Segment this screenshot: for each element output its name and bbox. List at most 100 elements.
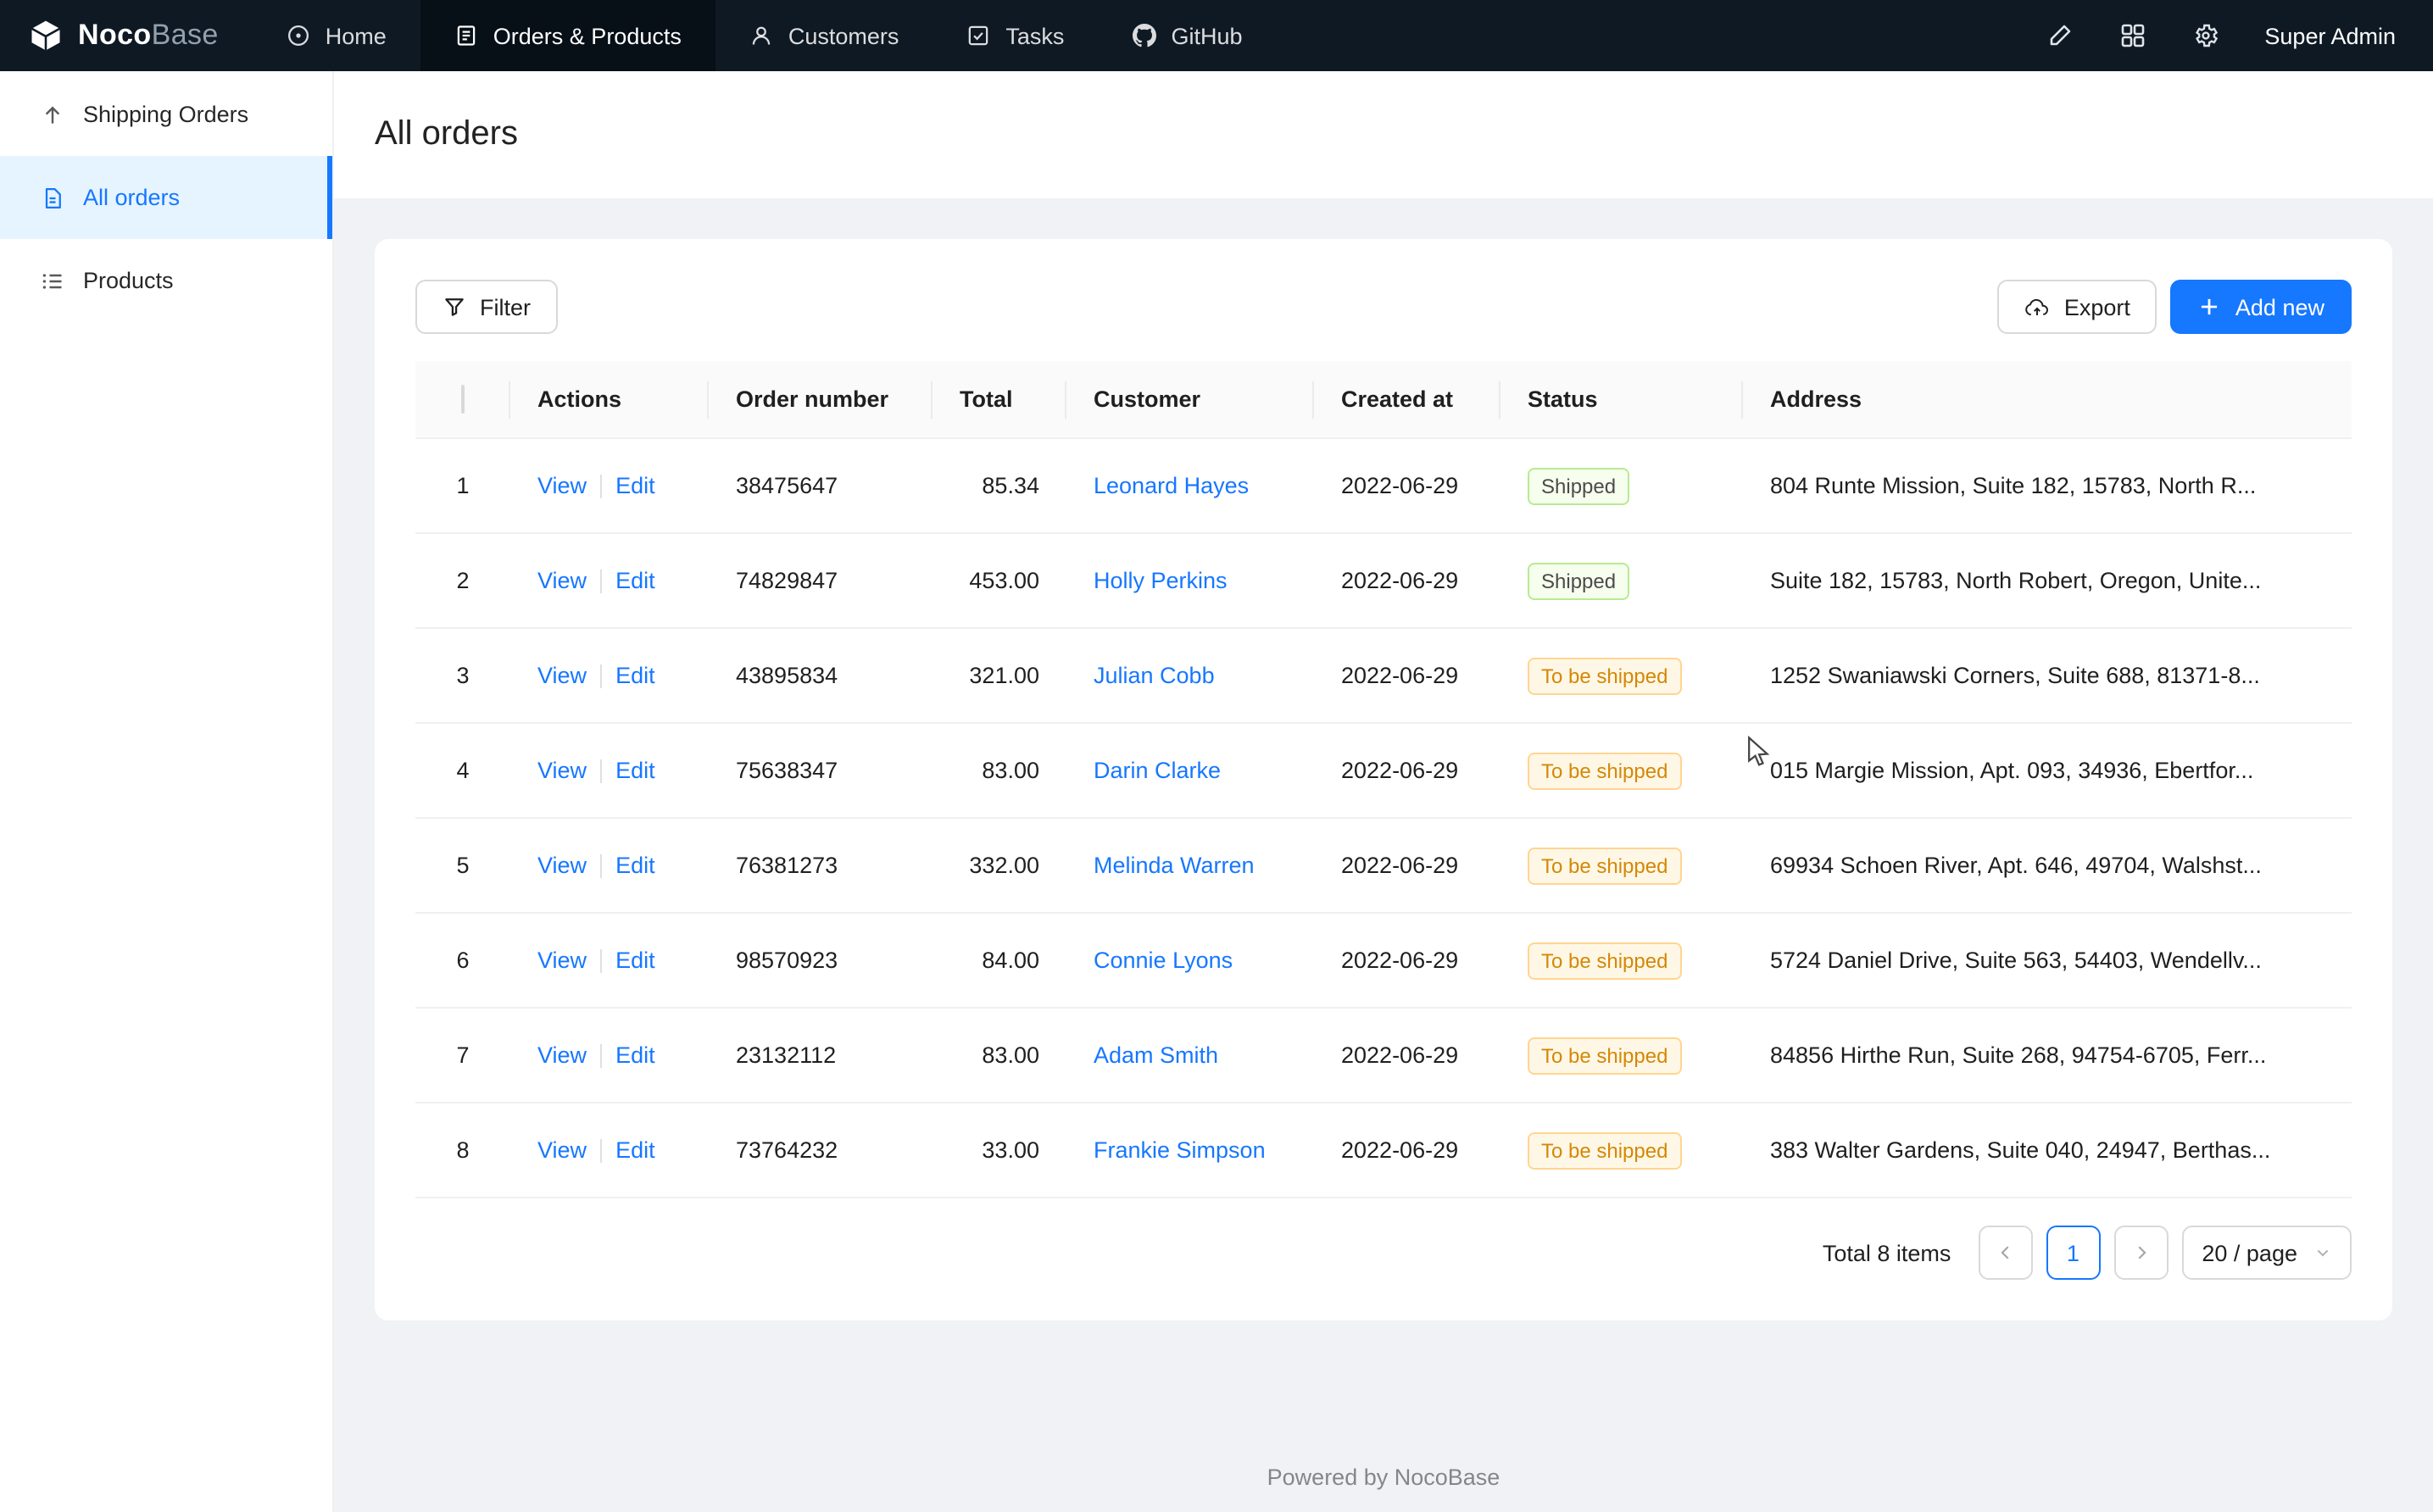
brand-logo[interactable]: NocoBase xyxy=(0,0,253,71)
sidebar-item-label: All orders xyxy=(83,185,180,210)
created-at-cell: 2022-06-29 xyxy=(1314,819,1500,914)
main-area: All orders Filter xyxy=(334,71,2433,1512)
add-new-button[interactable]: Add new xyxy=(2171,280,2352,334)
col-header-actions: Actions xyxy=(510,361,709,439)
total-cell: 85.34 xyxy=(933,439,1066,534)
nav-item-customers[interactable]: Customers xyxy=(715,0,933,71)
orders-card: Filter Export xyxy=(375,239,2392,1320)
total-cell: 83.00 xyxy=(933,724,1066,819)
next-page-button[interactable] xyxy=(2113,1226,2168,1280)
row-index: 5 xyxy=(415,819,510,914)
total-cell: 84.00 xyxy=(933,914,1066,1009)
nav-item-github[interactable]: GitHub xyxy=(1098,0,1276,71)
circle-icon xyxy=(287,24,310,47)
customer-cell: Leonard Hayes xyxy=(1066,439,1314,534)
table-row: 5ViewEdit76381273332.00Melinda Warren202… xyxy=(415,819,2352,914)
customer-link[interactable]: Leonard Hayes xyxy=(1094,473,1249,498)
customer-link[interactable]: Adam Smith xyxy=(1094,1042,1218,1068)
row-actions: View Edit xyxy=(510,724,709,819)
sidebar-item-all-orders[interactable]: All orders xyxy=(0,156,332,239)
arrow-up-icon xyxy=(41,103,64,126)
ui-editor-highlighter-icon[interactable] xyxy=(2046,22,2073,49)
status-badge: To be shipped xyxy=(1528,1037,1681,1074)
view-link[interactable]: View xyxy=(537,568,587,593)
table-header: Actions Order number Total Customer Crea… xyxy=(415,361,2352,439)
created-at-cell: 2022-06-29 xyxy=(1314,534,1500,629)
row-index: 7 xyxy=(415,1009,510,1103)
select-all-checkbox[interactable] xyxy=(461,385,465,414)
layout-grid-icon[interactable] xyxy=(2118,22,2146,49)
created-at-cell: 2022-06-29 xyxy=(1314,629,1500,724)
customer-link[interactable]: Frankie Simpson xyxy=(1094,1137,1266,1163)
sidebar-item-products[interactable]: Products xyxy=(0,239,332,322)
view-link[interactable]: View xyxy=(537,1042,587,1068)
order-number-cell: 76381273 xyxy=(709,819,933,914)
edit-link[interactable]: Edit xyxy=(615,1137,655,1163)
table-toolbar: Filter Export xyxy=(415,280,2352,334)
status-badge: To be shipped xyxy=(1528,1131,1681,1169)
address-cell: 383 Walter Gardens, Suite 040, 24947, Be… xyxy=(1743,1103,2352,1198)
view-link[interactable]: View xyxy=(537,1137,587,1163)
col-header-customer: Customer xyxy=(1066,361,1314,439)
row-actions: View Edit xyxy=(510,1009,709,1103)
edit-link[interactable]: Edit xyxy=(615,663,655,688)
gear-icon[interactable] xyxy=(2191,22,2219,49)
edit-link[interactable]: Edit xyxy=(615,758,655,783)
nocobase-logo-icon xyxy=(27,17,64,54)
customer-link[interactable]: Darin Clarke xyxy=(1094,758,1221,783)
edit-link[interactable]: Edit xyxy=(615,473,655,498)
page-size-select[interactable]: 20 / page xyxy=(2181,1226,2352,1280)
customer-link[interactable]: Julian Cobb xyxy=(1094,663,1215,688)
nav-item-label: Tasks xyxy=(1005,23,1064,48)
row-actions: View Edit xyxy=(510,819,709,914)
export-button[interactable]: Export xyxy=(1998,280,2157,334)
total-cell: 33.00 xyxy=(933,1103,1066,1198)
page-number-button[interactable]: 1 xyxy=(2046,1226,2100,1280)
row-index: 1 xyxy=(415,439,510,534)
sidebar-item-shipping-orders[interactable]: Shipping Orders xyxy=(0,73,332,156)
sidebar-item-label: Products xyxy=(83,268,174,293)
created-at-cell: 2022-06-29 xyxy=(1314,724,1500,819)
customer-link[interactable]: Melinda Warren xyxy=(1094,853,1255,878)
edit-link[interactable]: Edit xyxy=(615,1042,655,1068)
view-link[interactable]: View xyxy=(537,948,587,973)
edit-link[interactable]: Edit xyxy=(615,853,655,878)
prev-page-button[interactable] xyxy=(1978,1226,2032,1280)
status-cell: To be shipped xyxy=(1500,724,1743,819)
status-cell: To be shipped xyxy=(1500,1103,1743,1198)
address-cell: 804 Runte Mission, Suite 182, 15783, Nor… xyxy=(1743,439,2352,534)
user-icon xyxy=(749,24,773,47)
actions-divider xyxy=(600,664,602,688)
file-text-icon xyxy=(41,186,64,209)
view-link[interactable]: View xyxy=(537,473,587,498)
view-link[interactable]: View xyxy=(537,663,587,688)
row-actions: View Edit xyxy=(510,439,709,534)
filter-button[interactable]: Filter xyxy=(415,280,558,334)
col-header-total: Total xyxy=(933,361,1066,439)
customer-link[interactable]: Holly Perkins xyxy=(1094,568,1228,593)
status-cell: To be shipped xyxy=(1500,629,1743,724)
nav-item-orders-products[interactable]: Orders & Products xyxy=(420,0,715,71)
current-user[interactable]: Super Admin xyxy=(2264,23,2396,48)
row-index: 2 xyxy=(415,534,510,629)
address-cell: 69934 Schoen River, Apt. 646, 49704, Wal… xyxy=(1743,819,2352,914)
actions-divider xyxy=(600,1139,602,1163)
nav-item-tasks[interactable]: Tasks xyxy=(933,0,1098,71)
edit-link[interactable]: Edit xyxy=(615,568,655,593)
table-row: 4ViewEdit7563834783.00Darin Clarke2022-0… xyxy=(415,724,2352,819)
total-cell: 321.00 xyxy=(933,629,1066,724)
row-actions: View Edit xyxy=(510,1103,709,1198)
main-menu: Home Orders & Products Customers Tasks xyxy=(253,0,1277,71)
edit-link[interactable]: Edit xyxy=(615,948,655,973)
actions-divider xyxy=(600,759,602,783)
nav-item-home[interactable]: Home xyxy=(253,0,420,71)
view-link[interactable]: View xyxy=(537,758,587,783)
customer-link[interactable]: Connie Lyons xyxy=(1094,948,1233,973)
customer-cell: Frankie Simpson xyxy=(1066,1103,1314,1198)
view-link[interactable]: View xyxy=(537,853,587,878)
order-number-cell: 73764232 xyxy=(709,1103,933,1198)
status-badge: To be shipped xyxy=(1528,942,1681,979)
table-body: 1ViewEdit3847564785.34Leonard Hayes2022-… xyxy=(415,439,2352,1198)
form-icon xyxy=(454,24,478,47)
total-cell: 453.00 xyxy=(933,534,1066,629)
